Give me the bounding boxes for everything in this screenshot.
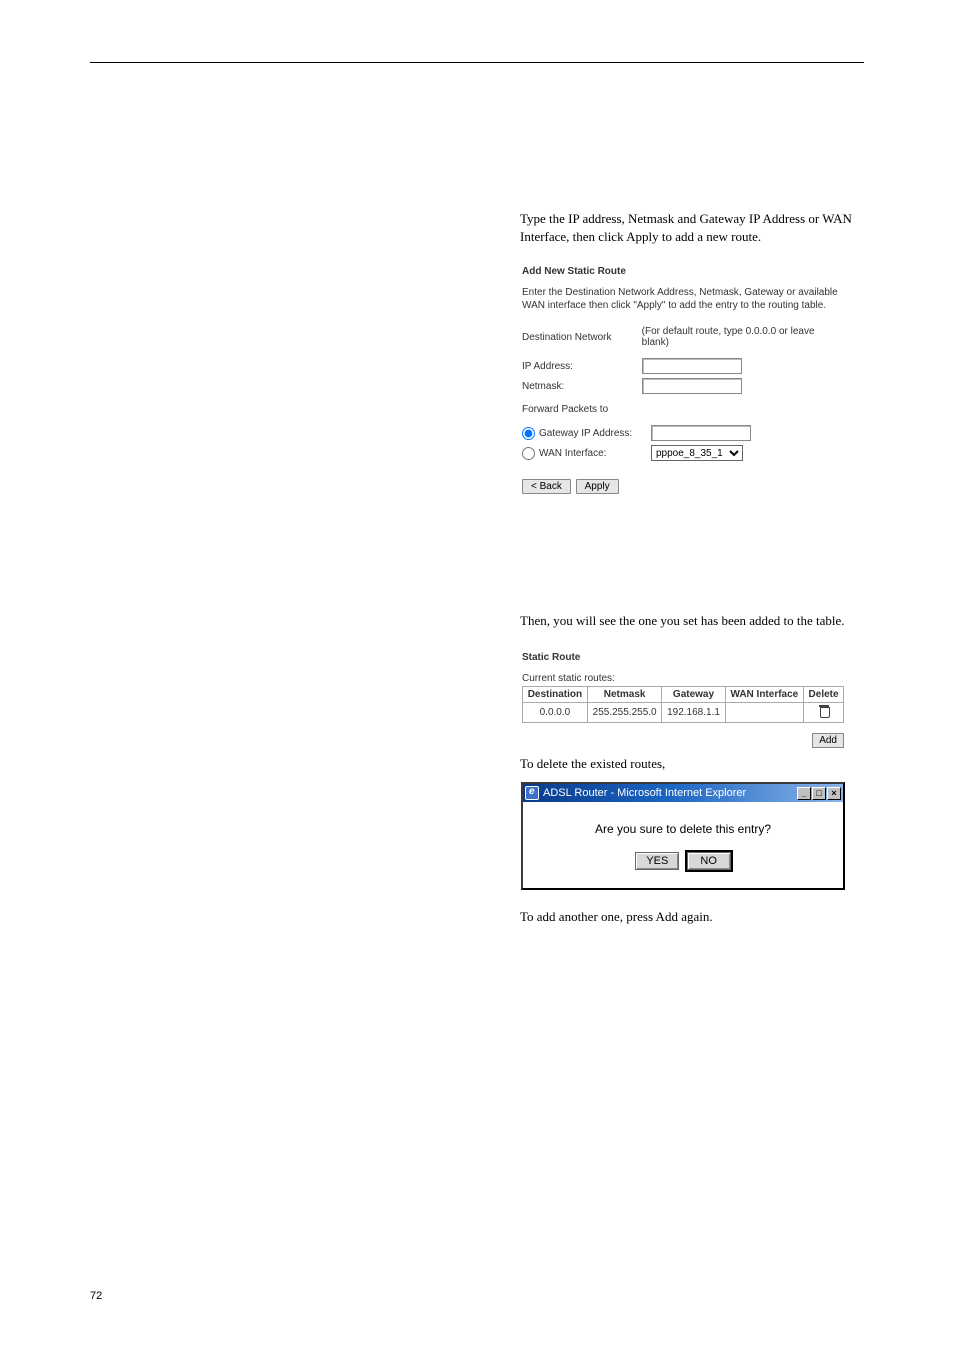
trash-icon[interactable]: [819, 705, 829, 717]
dialog-titlebar: ADSL Router - Microsoft Internet Explore…: [523, 784, 843, 802]
maximize-icon[interactable]: □: [812, 787, 826, 800]
no-button[interactable]: NO: [687, 852, 731, 870]
col-netmask: Netmask: [587, 687, 662, 703]
gateway-radio[interactable]: [522, 427, 535, 440]
ip-input[interactable]: [642, 358, 742, 374]
panel-title: Add New Static Route: [522, 266, 844, 277]
cell-gateway: 192.168.1.1: [662, 703, 725, 723]
wan-select[interactable]: pppoe_8_35_1: [651, 445, 743, 461]
back-button[interactable]: < Back: [522, 479, 571, 494]
dialog-message: Are you sure to delete this entry?: [533, 822, 833, 836]
dest-network-label: Destination Network: [522, 332, 642, 343]
add-button[interactable]: Add: [812, 733, 844, 748]
add-static-route-panel: Add New Static Route Enter the Destinati…: [522, 266, 844, 494]
cell-netmask: 255.255.255.0: [587, 703, 662, 723]
cell-dest: 0.0.0.0: [523, 703, 588, 723]
ie-icon: [525, 786, 539, 800]
gateway-input[interactable]: [651, 425, 751, 441]
yes-button[interactable]: YES: [635, 852, 679, 870]
paragraph-1: Type the IP address, Netmask and Gateway…: [520, 210, 860, 245]
table-row: 0.0.0.0 255.255.255.0 192.168.1.1: [523, 703, 844, 723]
dialog-title: ADSL Router - Microsoft Internet Explore…: [543, 787, 797, 799]
gateway-label: Gateway IP Address:: [539, 428, 651, 439]
forward-label: Forward Packets to: [522, 404, 844, 415]
ip-label: IP Address:: [522, 361, 642, 372]
cell-wan: [725, 703, 803, 723]
col-delete: Delete: [804, 687, 844, 703]
wan-radio[interactable]: [522, 447, 535, 460]
page-number: 72: [90, 1290, 102, 1302]
col-wan: WAN Interface: [725, 687, 803, 703]
minimize-icon[interactable]: _: [797, 787, 811, 800]
static-route-title: Static Route: [522, 652, 844, 663]
paragraph-4: To add another one, press Add again.: [520, 908, 860, 926]
wan-label: WAN Interface:: [539, 448, 651, 459]
col-destination: Destination: [523, 687, 588, 703]
routes-table: Destination Netmask Gateway WAN Interfac…: [522, 686, 844, 723]
col-gateway: Gateway: [662, 687, 725, 703]
static-route-panel: Static Route Current static routes: Dest…: [522, 652, 844, 748]
netmask-input[interactable]: [642, 378, 742, 394]
confirm-dialog: ADSL Router - Microsoft Internet Explore…: [521, 782, 845, 890]
apply-button[interactable]: Apply: [576, 479, 619, 494]
paragraph-2: Then, you will see the one you set has b…: [520, 612, 860, 630]
panel-desc: Enter the Destination Network Address, N…: [522, 287, 844, 312]
paragraph-3-part: To delete the existed routes,: [520, 755, 860, 773]
close-icon[interactable]: ×: [827, 787, 841, 800]
dest-hint: (For default route, type 0.0.0.0 or leav…: [642, 326, 844, 348]
static-route-sub: Current static routes:: [522, 673, 844, 684]
netmask-label: Netmask:: [522, 381, 642, 392]
header-rule: [90, 62, 864, 63]
